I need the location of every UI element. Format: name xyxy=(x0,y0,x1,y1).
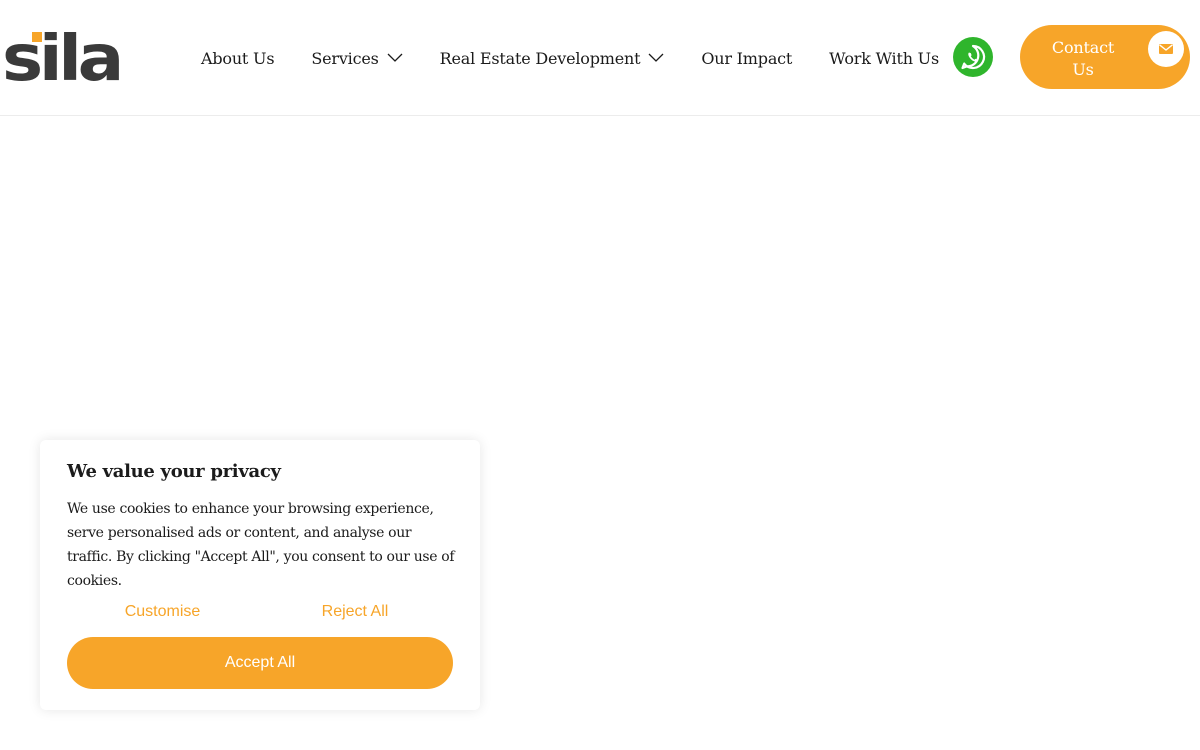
nav-real-estate-development[interactable]: Real Estate Development xyxy=(440,49,665,68)
whatsapp-button[interactable] xyxy=(953,37,993,77)
whatsapp-icon xyxy=(961,44,986,70)
cookie-consent-banner: We value your privacy We use cookies to … xyxy=(40,440,480,710)
nav-real-estate-label: Real Estate Development xyxy=(439,48,641,68)
sila-logo[interactable]: sila xyxy=(2,32,122,84)
nav-work-with-us-label: Work With Us xyxy=(829,48,939,68)
nav-work-with-us[interactable]: Work With Us xyxy=(829,49,939,68)
accept-all-button[interactable]: Accept All xyxy=(67,637,453,689)
cookie-description: We use cookies to enhance your browsing … xyxy=(67,501,455,589)
chevron-down-icon xyxy=(387,53,403,62)
reject-all-button[interactable]: Reject All xyxy=(290,600,420,624)
contact-us-label: Contact Us xyxy=(1051,38,1115,79)
nav-about-us-label: About Us xyxy=(201,48,275,68)
customise-button[interactable]: Customise xyxy=(100,600,225,624)
nav-about-us[interactable]: About Us xyxy=(201,48,275,68)
envelope-icon xyxy=(1148,31,1184,67)
nav-services[interactable]: Services xyxy=(311,48,403,68)
site-header: sila About Us Services Real Estate Devel… xyxy=(0,0,1200,116)
nav-our-impact-label: Our Impact xyxy=(701,48,793,68)
svg-text:sila: sila xyxy=(2,32,120,84)
nav-services-label: Services xyxy=(311,48,379,68)
chevron-down-icon xyxy=(648,53,664,62)
main-nav: About Us Services Real Estate Developmen… xyxy=(201,0,939,116)
cookie-title: We value your privacy xyxy=(67,461,281,482)
nav-our-impact[interactable]: Our Impact xyxy=(701,49,792,68)
contact-us-button[interactable]: Contact Us xyxy=(1020,25,1190,89)
